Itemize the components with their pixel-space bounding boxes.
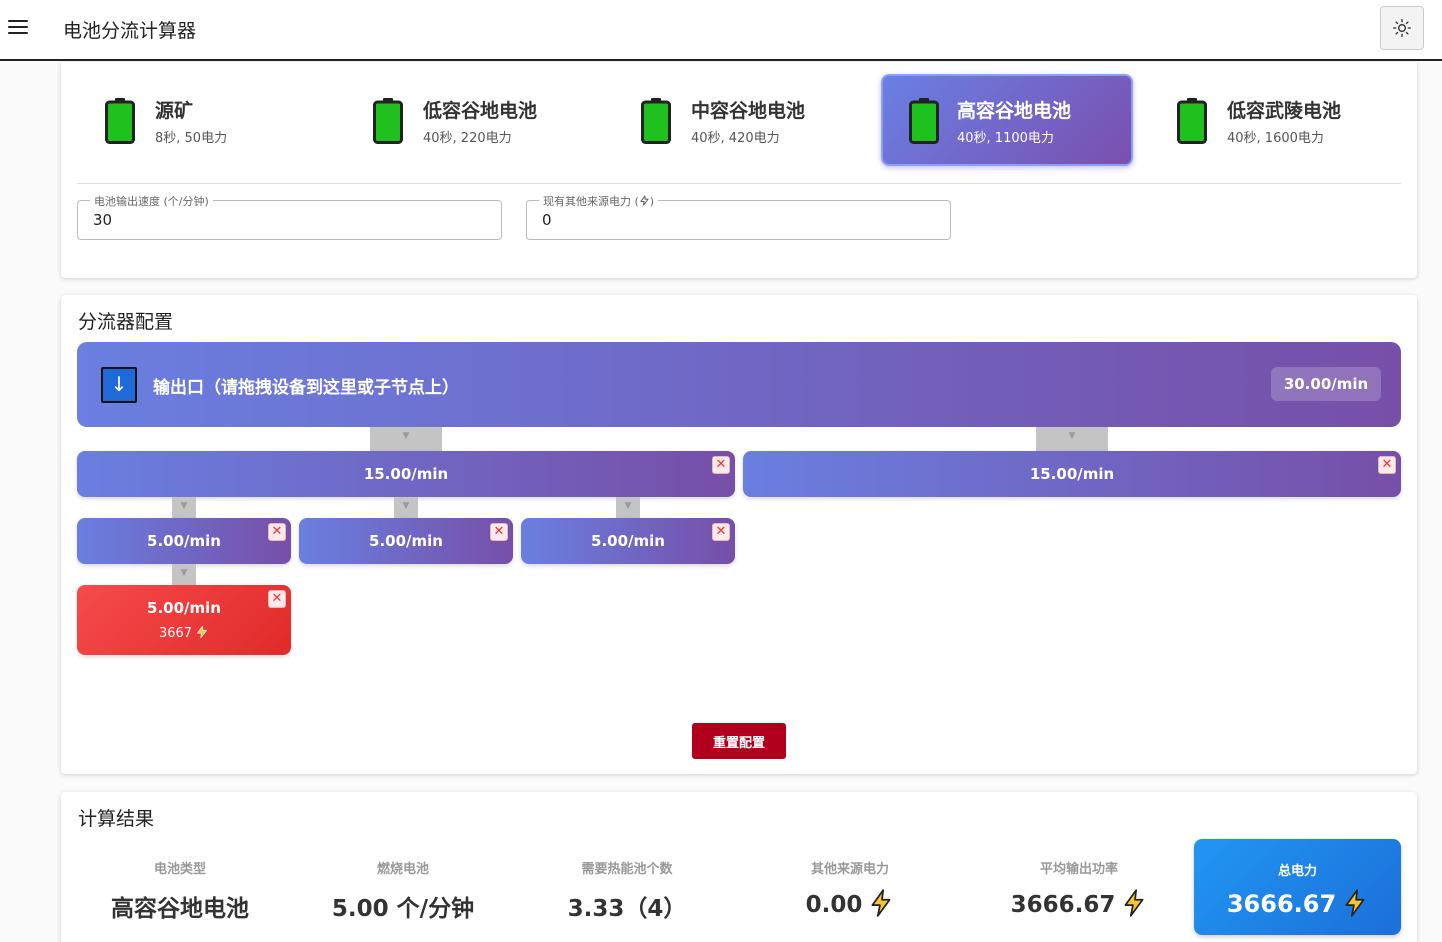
app-title: 电池分流计算器 [63,20,197,42]
battery-name: 中容谷地电池 [691,100,806,122]
close-icon[interactable]: ✕ [712,456,730,474]
node-rate: 5.00/min [147,599,221,617]
other-power-label: 现有其他来源电力 () [539,193,659,209]
stat-value: 高容谷地电池 [111,896,249,922]
total-power-row: 3666.67 [1194,889,1401,918]
lightning-icon [640,195,649,206]
total-power-box: 总电力 3666.67 [1194,839,1401,935]
splitter-node[interactable]: 5.00/min ✕ [77,518,291,564]
battery-option-low-valley[interactable]: 低容谷地电池 40秒, 220电力 [345,74,597,166]
battery-name: 源矿 [155,100,194,122]
battery-config-card: 源矿 8秒, 50电力 低容谷地电池 40秒, 220电力 中容谷地电池 40秒… [61,62,1417,278]
lightning-icon [1345,889,1365,917]
device-node[interactable]: 5.00/min 3667 ✕ [77,585,291,655]
battery-name: 低容谷地电池 [423,100,538,122]
node-rate: 5.00/min [369,532,443,550]
stat-label: 电池类型 [153,862,206,877]
lightning-icon [197,625,208,639]
stat-label: 平均输出功率 [1039,862,1118,877]
splitter-node[interactable]: 5.00/min ✕ [521,518,735,564]
battery-option-mid-valley[interactable]: 中容谷地电池 40秒, 420电力 [613,74,865,166]
battery-icon [105,98,135,144]
battery-icon [1177,98,1207,144]
output-speed-field: 电池输出速度 (个/分钟) [77,193,502,240]
splitter-node[interactable]: 15.00/min ✕ [77,451,735,497]
close-icon[interactable]: ✕ [1378,456,1396,474]
battery-icon [641,98,671,144]
arrow-down-icon: ↓ [101,367,137,403]
stat-value: 0.00 [805,892,863,918]
close-icon[interactable]: ✕ [268,523,286,541]
stat-value-row: 0.00 [745,889,955,918]
battery-option-source-ore[interactable]: 源矿 8秒, 50电力 [77,74,329,166]
stat-burn-rate: 燃烧电池 5.00 个/分钟 [298,858,508,923]
lightning-icon [871,889,891,917]
node-rate: 5.00/min [591,532,665,550]
connector: ▼ [370,427,442,451]
splitter-section-title: 分流器配置 [78,311,174,333]
stat-value: 5.00 个/分钟 [331,896,475,922]
stat-value: 3666.67 [1010,892,1116,918]
stat-value: 3.33（4） [567,896,687,922]
splitter-node[interactable]: 5.00/min ✕ [299,518,513,564]
connector: ▼ [172,497,196,518]
close-icon[interactable]: ✕ [712,523,730,541]
node-power-value: 3667 [158,626,193,641]
battery-option-high-valley[interactable]: 高容谷地电池 40秒, 1100电力 [881,74,1133,166]
battery-name: 高容谷地电池 [957,100,1072,122]
other-power-label-text: 现有其他来源电力 ( [543,195,639,208]
other-power-label-end: ) [649,195,655,208]
output-port-rate: 30.00/min [1271,367,1381,401]
stat-label: 燃烧电池 [376,862,429,877]
node-rate: 5.00/min [147,532,221,550]
splitter-config-card: 分流器配置 ↓ 输出口（请拖拽设备到这里或子节点上） 30.00/min ▼ ▼… [61,295,1417,774]
battery-name: 低容武陵电池 [1227,100,1342,122]
battery-icon [373,98,403,144]
battery-option-low-wuling[interactable]: 低容武陵电池 40秒, 1600电力 [1149,74,1401,166]
splitter-node[interactable]: 15.00/min ✕ [743,451,1401,497]
connector: ▼ [616,497,640,518]
output-port-dropzone[interactable]: ↓ 输出口（请拖拽设备到这里或子节点上） 30.00/min [77,342,1401,427]
connector: ▼ [172,564,196,585]
app-header: 电池分流计算器 [0,0,1442,61]
battery-desc: 8秒, 50电力 [155,131,228,146]
total-power-value: 3666.67 [1226,890,1337,918]
results-card: 计算结果 电池类型 高容谷地电池 燃烧电池 5.00 个/分钟 需要热能池个数 … [61,792,1417,942]
close-icon[interactable]: ✕ [490,523,508,541]
battery-desc: 40秒, 1600电力 [1227,131,1324,146]
battery-desc: 40秒, 220电力 [423,131,512,146]
connector: ▼ [1036,427,1108,451]
theme-toggle-button[interactable] [1380,6,1424,50]
stat-other-power: 其他来源电力 0.00 [745,858,955,918]
divider [77,183,1401,184]
total-power-label: 总电力 [1277,864,1317,879]
lightning-icon [1124,889,1144,917]
reset-config-button[interactable]: 重置配置 [692,723,786,759]
other-power-field: 现有其他来源电力 () [526,193,951,240]
battery-desc: 40秒, 1100电力 [957,131,1054,146]
stat-label: 其他来源电力 [810,862,889,877]
results-section-title: 计算结果 [78,808,155,830]
battery-icon [909,98,939,144]
stat-battery-type: 电池类型 高容谷地电池 [75,858,285,923]
menu-icon[interactable] [8,20,28,36]
node-rate: 15.00/min [1029,465,1115,483]
stat-avg-output: 平均输出功率 3666.67 [974,858,1184,918]
node-power: 3667 [77,625,291,641]
close-icon[interactable]: ✕ [268,590,286,608]
battery-desc: 40秒, 420电力 [691,131,780,146]
stat-value-row: 3666.67 [974,889,1184,918]
stat-thermal-pools: 需要热能池个数 3.33（4） [522,858,732,923]
output-port-label: 输出口（请拖拽设备到这里或子节点上） [153,378,459,398]
node-rate: 15.00/min [363,465,449,483]
connector: ▼ [394,497,418,518]
sun-icon [1393,19,1411,37]
output-speed-label: 电池输出速度 (个/分钟) [90,193,213,209]
stat-label: 需要热能池个数 [581,862,673,877]
